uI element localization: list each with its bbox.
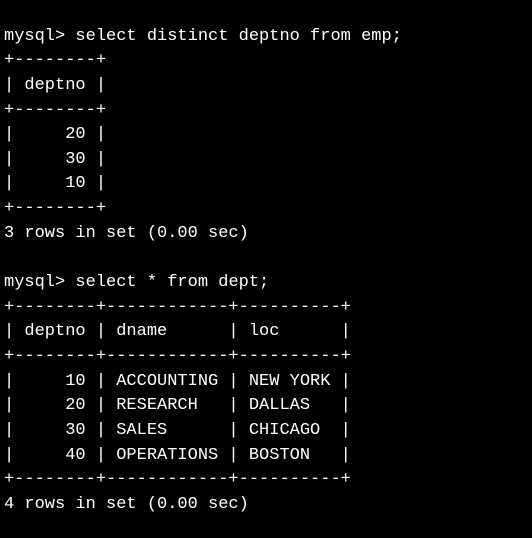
table-border: +--------+------------+----------+ xyxy=(4,347,351,366)
table-row: | 20 | RESEARCH | DALLAS | xyxy=(4,396,351,415)
table-border: +--------+------------+----------+ xyxy=(4,298,351,317)
sql-command: select * from dept; xyxy=(65,273,269,292)
mysql-prompt: mysql> xyxy=(4,273,65,292)
table-row: | 20 | xyxy=(4,125,106,144)
table-row: | 10 | xyxy=(4,174,106,193)
table-row: | 40 | OPERATIONS | BOSTON | xyxy=(4,446,351,465)
query-status: 4 rows in set (0.00 sec) xyxy=(4,495,249,514)
blank-line xyxy=(4,248,14,267)
table-row: | 30 | SALES | CHICAGO | xyxy=(4,421,351,440)
terminal-window[interactable]: mysql> select distinct deptno from emp; … xyxy=(0,0,532,538)
sql-command: select distinct deptno from emp; xyxy=(65,27,402,46)
table-border: +--------+ xyxy=(4,199,106,218)
table-row: | 30 | xyxy=(4,150,106,169)
table-header: | deptno | xyxy=(4,76,106,95)
table-border: +--------+------------+----------+ xyxy=(4,470,351,489)
mysql-prompt: mysql> xyxy=(4,27,65,46)
table-header: | deptno | dname | loc | xyxy=(4,322,351,341)
table-row: | 10 | ACCOUNTING | NEW YORK | xyxy=(4,372,351,391)
query-status: 3 rows in set (0.00 sec) xyxy=(4,224,249,243)
table-border: +--------+ xyxy=(4,51,106,70)
table-border: +--------+ xyxy=(4,101,106,120)
